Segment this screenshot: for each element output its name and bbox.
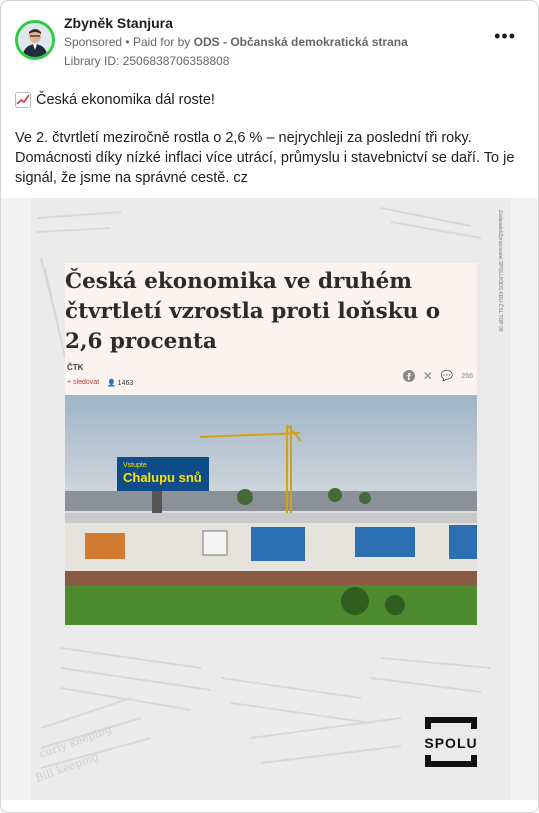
follow-link: + sledovat (67, 379, 100, 386)
billboard-line2: Chalupu snů (123, 470, 202, 485)
paid-for-prefix: Paid for by (132, 35, 191, 49)
followers-count: 👤 1463 (107, 379, 133, 387)
spolu-logo: SPOLU (415, 715, 487, 769)
headline-text: Česká ekonomika dál roste! (36, 92, 215, 108)
facebook-icon: f (402, 370, 415, 382)
article-screenshot: Česká ekonomika ve druhém čtvrtletí vzro… (65, 263, 477, 625)
ad-post-card: Zbyněk Stanjura Sponsored • Paid for by … (0, 0, 539, 813)
article-photo: Vstupte Chalupu snů (65, 395, 477, 625)
share-icons: f ✕ 💬 266 (402, 369, 473, 383)
post-body: Ve 2. čtvrtletí meziročně rostla o 2,6 %… (15, 130, 515, 186)
person-icon: 👤 (107, 380, 116, 387)
spolu-text: SPOLU (424, 735, 477, 751)
paid-for-by[interactable]: ODS - Občanská demokratická strana (194, 35, 408, 49)
post-headline: Česká ekonomika dál roste! (15, 90, 525, 110)
chart-increasing-icon (15, 92, 31, 108)
x-icon: ✕ (422, 369, 433, 383)
article-title: Česká ekonomika ve druhém čtvrtletí vzro… (65, 269, 441, 354)
sponsored-label: Sponsored (64, 35, 123, 49)
post-header: Zbyněk Stanjura Sponsored • Paid for by … (13, 15, 526, 71)
ad-image[interactable]: curly keeping Bill keeping Zadavatel/Zpr… (1, 198, 538, 800)
post-text: Česká ekonomika dál roste! Ve 2. čtvrtle… (15, 90, 525, 188)
comments-count: 266 (461, 372, 473, 380)
billboard-line1: Vstupte (123, 462, 147, 469)
followers-value: 1463 (117, 380, 134, 387)
avatar[interactable] (15, 20, 55, 60)
svg-text:f: f (407, 373, 411, 382)
comment-icon: 💬 (440, 370, 454, 382)
author-name[interactable]: Zbyněk Stanjura (64, 15, 173, 31)
side-credit: Zadavatel/Zpracovatel SPOLU/ODS KDU-ČSL … (497, 210, 503, 332)
more-dots-icon[interactable]: ••• (494, 27, 516, 45)
library-id: Library ID: 2506838706358808 (64, 54, 230, 68)
article-source: ČTK (67, 363, 84, 372)
sponsored-line: Sponsored • Paid for by ODS - Občanská d… (64, 35, 408, 49)
